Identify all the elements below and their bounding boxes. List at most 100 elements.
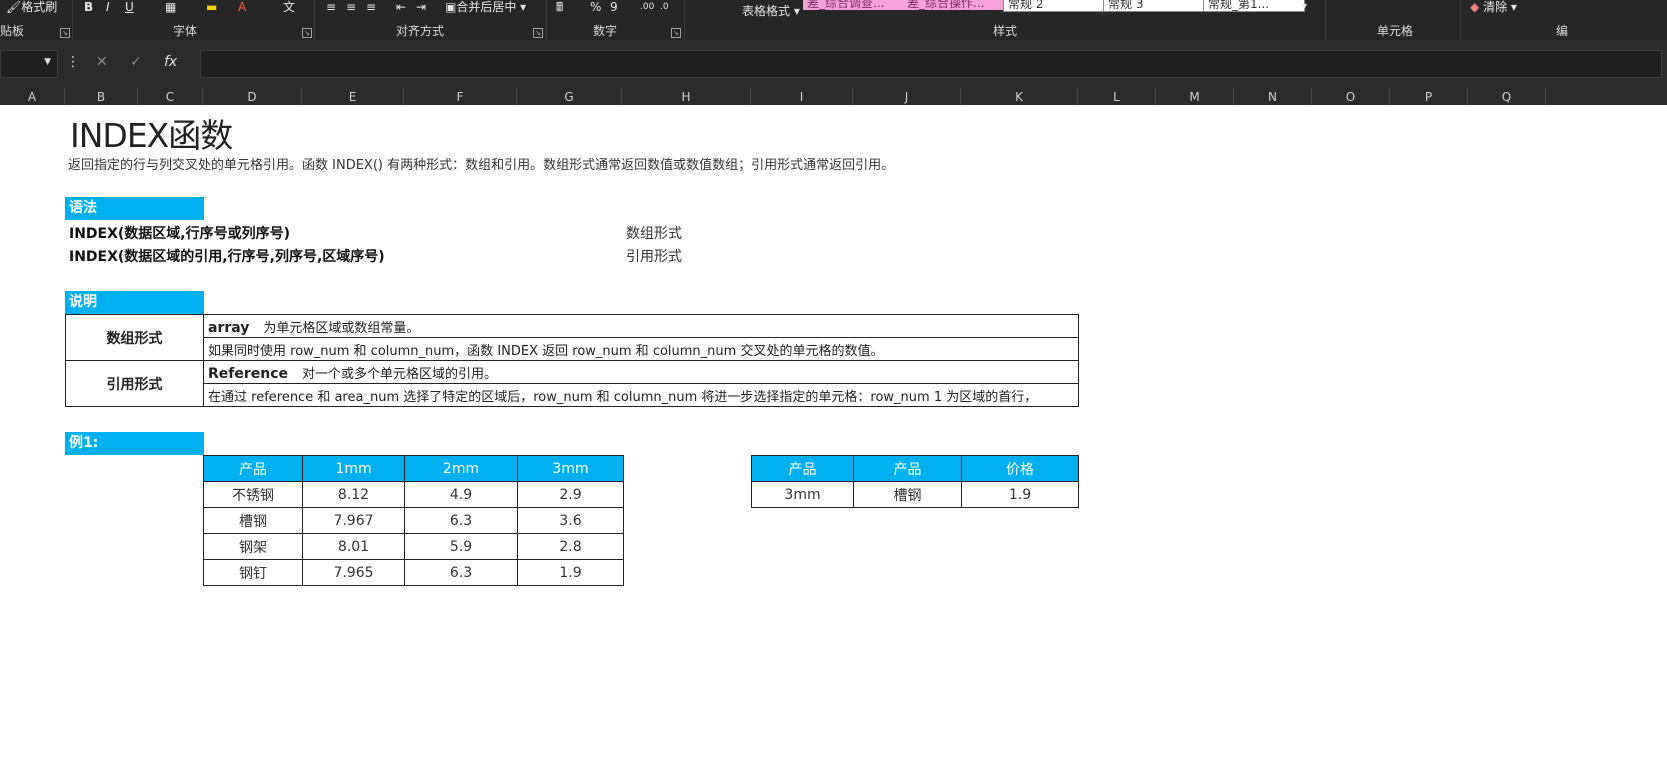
underline-button[interactable]: U (125, 0, 134, 14)
column-header-i[interactable]: I (751, 88, 853, 105)
column-header-n[interactable]: N (1234, 88, 1312, 105)
column-header-c[interactable]: C (138, 88, 203, 105)
align-right-icon[interactable]: ≡ (366, 0, 376, 14)
worksheet[interactable]: INDEX函数 返回指定的行与列交叉处的单元格引用。函数 INDEX() 有两种… (0, 105, 1667, 780)
table-cell[interactable]: 2.8 (517, 533, 624, 560)
divider (684, 0, 685, 40)
number-group-label: 数字 (592, 24, 617, 38)
cell-style-5[interactable]: 常规_第1... (1203, 0, 1305, 12)
table-cell[interactable]: 6.3 (404, 507, 518, 534)
column-header-2mm[interactable]: 2mm (404, 455, 518, 482)
lookup-size-cell[interactable]: 3mm (751, 481, 854, 508)
decrease-indent-icon[interactable]: ⇤ (396, 0, 406, 14)
table-row: 槽钢 7.967 6.3 3.6 (203, 507, 624, 534)
align-center-icon[interactable]: ≡ (346, 0, 356, 14)
table-cell[interactable]: 8.12 (302, 481, 405, 508)
column-header-l[interactable]: L (1078, 88, 1156, 105)
array-form-line2[interactable]: 如果同时使用 row_num 和 column_num，函数 INDEX 返回 … (203, 337, 1079, 361)
divider (314, 0, 315, 40)
increase-decimal-icon[interactable]: .00 (640, 0, 654, 14)
cell-style-1[interactable]: 差_综合调查... (803, 0, 903, 10)
reference-form-label[interactable]: 引用形式 (65, 360, 204, 407)
table-format-button[interactable]: 表格格式 ▾ (742, 4, 800, 18)
formula-input[interactable] (200, 50, 1662, 78)
reference-form-line1[interactable]: Reference 对一个或多个单元格区域的引用。 (203, 360, 1079, 384)
accounting-format-icon[interactable]: 🖩 (556, 0, 563, 14)
table-cell[interactable]: 8.01 (302, 533, 405, 560)
cell-style-3[interactable]: 常规 2 (1003, 0, 1105, 12)
reference-form-line2[interactable]: 在通过 reference 和 area_num 选择了特定的区域后，row_n… (203, 383, 1079, 407)
table-cell[interactable]: 6.3 (404, 559, 518, 586)
column-header-e[interactable]: E (302, 88, 404, 105)
column-header-f[interactable]: F (404, 88, 517, 105)
name-box[interactable]: ▼ (0, 50, 58, 78)
table-cell[interactable]: 槽钢 (203, 507, 303, 534)
column-headers: A B C D E F G H I J K L M N O P Q (0, 88, 1667, 106)
formula-bar: ▼ ⋮ ✕ ✓ fx (0, 40, 1667, 88)
italic-button[interactable]: I (106, 0, 110, 14)
column-header-o[interactable]: O (1312, 88, 1390, 105)
font-launcher-icon[interactable]: ↘ (302, 28, 312, 38)
lookup-product-cell[interactable]: 槽钢 (853, 481, 962, 508)
column-header-g[interactable]: G (517, 88, 622, 105)
clear-button[interactable]: ◆ 清除 ▾ (1470, 0, 1517, 14)
increase-indent-icon[interactable]: ⇥ (416, 0, 426, 14)
chevron-down-icon[interactable]: ▼ (44, 57, 51, 67)
merge-icon: ▣ (445, 0, 457, 14)
percent-button[interactable]: % (590, 0, 601, 14)
lookup-header-size[interactable]: 产品 (751, 455, 854, 482)
column-header-d[interactable]: D (203, 88, 302, 105)
table-cell[interactable]: 2.9 (517, 481, 624, 508)
column-header-3mm[interactable]: 3mm (517, 455, 624, 482)
table-cell[interactable]: 4.9 (404, 481, 518, 508)
eraser-icon: ◆ (1470, 0, 1480, 14)
align-left-icon[interactable]: ≡ (326, 0, 336, 14)
array-form-label[interactable]: 数组形式 (65, 314, 204, 361)
styles-scroll-icon[interactable]: ▾ (1302, 0, 1307, 14)
table-cell[interactable]: 5.9 (404, 533, 518, 560)
lookup-price-cell[interactable]: 1.9 (961, 481, 1079, 508)
column-header-q[interactable]: Q (1468, 88, 1546, 105)
table-cell[interactable]: 3.6 (517, 507, 624, 534)
table-cell[interactable]: 7.967 (302, 507, 405, 534)
array-form-line1[interactable]: array 为单元格区域或数组常量。 (203, 314, 1079, 338)
clipboard-launcher-icon[interactable]: ↘ (60, 28, 70, 38)
alignment-launcher-icon[interactable]: ↘ (533, 28, 543, 38)
column-header-m[interactable]: M (1156, 88, 1234, 105)
enter-icon[interactable]: ✓ (130, 54, 142, 70)
more-options-icon[interactable]: ⋮ (66, 54, 80, 70)
border-icon[interactable]: ▦ (165, 0, 176, 14)
decrease-decimal-icon[interactable]: .0 (660, 0, 669, 14)
phonetic-icon[interactable]: 文 (283, 0, 295, 14)
column-header-k[interactable]: K (961, 88, 1078, 105)
lookup-header-product[interactable]: 产品 (853, 455, 962, 482)
explanation-header: 说明 (65, 291, 204, 314)
column-header-1mm[interactable]: 1mm (302, 455, 405, 482)
styles-group-label: 样式 (992, 24, 1017, 38)
column-header-h[interactable]: H (622, 88, 751, 105)
merge-center-button[interactable]: ▣合并后居中 ▾ (445, 0, 526, 14)
cell-style-2[interactable]: 差_综合操作... (903, 0, 1003, 10)
table-cell[interactable]: 不锈钢 (203, 481, 303, 508)
column-header-product[interactable]: 产品 (203, 455, 303, 482)
insert-function-icon[interactable]: fx (164, 54, 177, 70)
column-header-p[interactable]: P (1390, 88, 1468, 105)
lookup-header-price[interactable]: 价格 (961, 455, 1079, 482)
table-cell[interactable]: 钢钉 (203, 559, 303, 586)
table-row: 钢钉 7.965 6.3 1.9 (203, 559, 624, 586)
table-cell[interactable]: 钢架 (203, 533, 303, 560)
font-color-icon[interactable]: A (238, 0, 246, 14)
cancel-icon[interactable]: ✕ (96, 54, 108, 70)
format-painter-button[interactable]: 🖌格式刷 (6, 0, 57, 14)
cell-style-4[interactable]: 常规 3 (1103, 0, 1205, 12)
number-launcher-icon[interactable]: ↘ (671, 28, 681, 38)
fill-color-icon[interactable]: ▬ (206, 0, 217, 14)
column-header-a[interactable]: A (0, 88, 65, 105)
column-header-b[interactable]: B (65, 88, 138, 105)
table-cell[interactable]: 7.965 (302, 559, 405, 586)
table-cell[interactable]: 1.9 (517, 559, 624, 586)
table-row: 在通过 reference 和 area_num 选择了特定的区域后，row_n… (66, 383, 1079, 407)
column-header-j[interactable]: J (853, 88, 961, 105)
comma-button[interactable]: 9 (610, 0, 618, 14)
bold-button[interactable]: B (84, 0, 93, 14)
